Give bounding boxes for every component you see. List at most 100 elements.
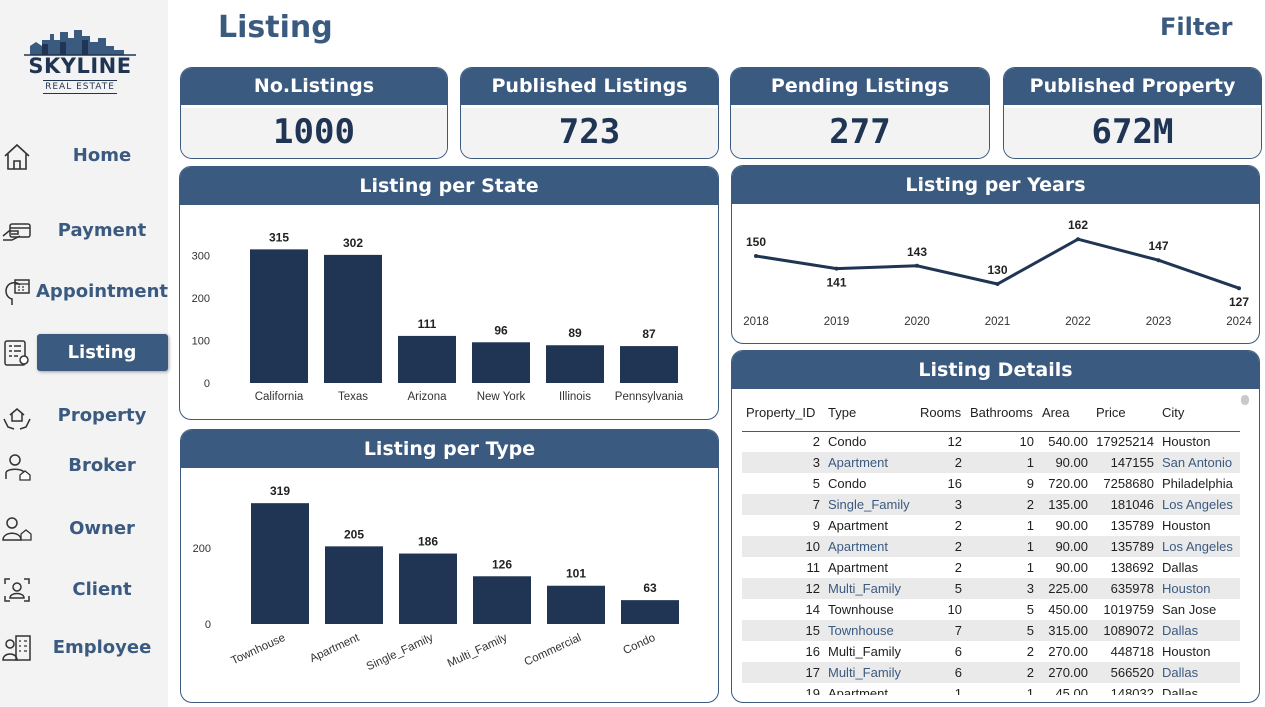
bar[interactable]	[620, 346, 678, 383]
bar[interactable]	[398, 335, 456, 383]
column-header[interactable]: Type	[824, 395, 916, 431]
nav-label-home: Home	[72, 145, 132, 166]
nav-item-listing[interactable]: Listing	[0, 334, 168, 372]
table-row[interactable]: 10 Apartment 2 1 90.00 135789 Los Angeles	[742, 536, 1240, 557]
table-cell: Condo	[828, 434, 867, 450]
y-tick-label: 100	[192, 336, 210, 348]
y-tick-label: 300	[192, 251, 210, 263]
state-bar-chart: 0 100 200 300 315 California 302 Texas 111 Arizon…	[192, 230, 684, 403]
line-point[interactable]	[995, 282, 1000, 286]
table-cell: 135789	[1110, 539, 1154, 554]
kpi-card-pending: Pending Listings 277	[730, 67, 990, 159]
column-header[interactable]: Price	[1092, 395, 1158, 431]
line-point[interactable]	[834, 266, 839, 271]
page-title: Listing	[218, 10, 333, 45]
table-row[interactable]: 19 Apartment 1 1 45.00 148032 Dallas	[742, 683, 1240, 695]
bar[interactable]	[473, 576, 531, 624]
table-row[interactable]: 17 Multi_Family 6 2 270.00 566520 Dallas	[742, 662, 1240, 683]
table-cell: Multi_Family	[828, 581, 901, 596]
data-label: 89	[568, 326, 582, 340]
table-row[interactable]: 3 Apartment 2 1 90.00 147155 San Antonio	[742, 452, 1240, 473]
nav-item-owner[interactable]: Owner	[0, 510, 168, 548]
table-row[interactable]: 12 Multi_Family 5 3 225.00 635978 Houston	[742, 578, 1240, 599]
table-scrollbar[interactable]	[1241, 395, 1249, 405]
details-title: Listing Details	[732, 351, 1259, 389]
table-cell: 2	[954, 539, 962, 554]
bar[interactable]	[251, 503, 309, 624]
data-label: 141	[826, 276, 846, 290]
table-cell: 135789	[1110, 518, 1154, 533]
column-header[interactable]: Property_ID	[742, 395, 824, 431]
table-cell: Apartment	[828, 686, 888, 695]
table-cell: Apartment	[828, 539, 888, 554]
line-point[interactable]	[1076, 237, 1080, 242]
kpi-card-listings: No.Listings 1000	[180, 67, 448, 159]
line-point[interactable]	[1156, 258, 1161, 263]
bar[interactable]	[250, 249, 308, 383]
table-row[interactable]: 15 Townhouse 7 5 315.00 1089072 Dallas	[742, 620, 1240, 641]
table-row[interactable]: 16 Multi_Family 6 2 270.00 448718 Houston	[742, 641, 1240, 662]
details-table-wrapper[interactable]: Property_ID Type Rooms Bathrooms Area Price Ci…	[742, 395, 1242, 695]
table-cell: 3	[954, 497, 962, 512]
table-cell: Multi_Family	[828, 665, 901, 680]
table-cell: Philadelphia	[1162, 476, 1233, 491]
filter-button[interactable]: Filter	[1160, 13, 1232, 41]
bar[interactable]	[472, 342, 530, 383]
table-row[interactable]: 11 Apartment 2 1 90.00 138692 Dallas	[742, 557, 1240, 578]
table-cell: 2	[954, 518, 962, 533]
data-label: 302	[343, 236, 363, 250]
nav-item-payment[interactable]: Payment	[0, 212, 168, 250]
table-row[interactable]: 9 Apartment 2 1 90.00 135789 Houston	[742, 515, 1240, 536]
column-header[interactable]: Area	[1038, 395, 1092, 431]
column-header[interactable]: Rooms	[916, 395, 966, 431]
bar[interactable]	[399, 553, 457, 624]
y-tick-label: 0	[204, 378, 210, 390]
table-row[interactable]: 14 Townhouse 10 5 450.00 1019759 San Jose	[742, 599, 1240, 620]
table-cell: 17	[805, 665, 820, 680]
column-header[interactable]: Bathrooms	[966, 395, 1038, 431]
nav-item-employee[interactable]: Employee	[0, 629, 168, 667]
column-header[interactable]: City	[1158, 395, 1240, 431]
table-row[interactable]: 2 Condo 12 10 540.00 17925214 Houston	[742, 431, 1240, 452]
nav-item-broker[interactable]: Broker	[0, 447, 168, 485]
nav-item-client[interactable]: Client	[0, 571, 168, 609]
table-cell: Condo	[828, 476, 867, 491]
line-point[interactable]	[915, 263, 919, 268]
table-cell: 9	[1026, 476, 1034, 491]
table-cell: 7	[954, 623, 962, 638]
table-cell: 225.00	[1048, 581, 1088, 596]
table-cell: 5	[1026, 623, 1034, 638]
table-cell: 270.00	[1048, 665, 1088, 680]
table-cell: 450.00	[1048, 602, 1088, 617]
kpi-value: 672M	[1091, 112, 1174, 152]
table-cell: Townhouse	[828, 623, 894, 638]
data-label: 101	[566, 567, 586, 581]
nav-item-home[interactable]: Home	[0, 137, 168, 175]
bar[interactable]	[325, 546, 383, 624]
table-cell: 5	[812, 476, 820, 491]
table-cell: 566520	[1110, 665, 1154, 680]
table-cell: Apartment	[828, 455, 888, 470]
bar[interactable]	[324, 254, 382, 383]
bar[interactable]	[546, 345, 604, 383]
table-cell: Multi_Family	[828, 644, 901, 659]
x-tick-label: Illinois	[559, 391, 591, 403]
table-row[interactable]: 5 Condo 16 9 720.00 7258680 Philadelphia	[742, 473, 1240, 494]
table-cell: 19	[805, 686, 820, 695]
nav-item-appointment[interactable]: Appointment	[0, 273, 168, 311]
nav-label-payment: Payment	[57, 220, 147, 241]
line-point[interactable]	[754, 254, 758, 258]
data-label: 127	[1229, 295, 1249, 309]
table-cell: 1	[1026, 686, 1034, 695]
kpi-card-price: Published Property Price 672M	[1003, 67, 1262, 159]
table-row[interactable]: 7 Single_Family 3 2 135.00 181046 Los Angeles	[742, 494, 1240, 515]
table-cell: Los Angeles	[1162, 539, 1233, 554]
x-tick-label: Texas	[338, 391, 368, 403]
table-body: 2 Condo 12 10 540.00 17925214 Houston 3 Apartmen…	[742, 431, 1240, 695]
bar[interactable]	[547, 585, 605, 624]
table-cell: 540.00	[1048, 434, 1088, 450]
line-point[interactable]	[1237, 286, 1241, 291]
data-label: 143	[907, 245, 927, 259]
nav-item-property[interactable]: Property	[0, 397, 168, 435]
bar[interactable]	[621, 600, 679, 624]
